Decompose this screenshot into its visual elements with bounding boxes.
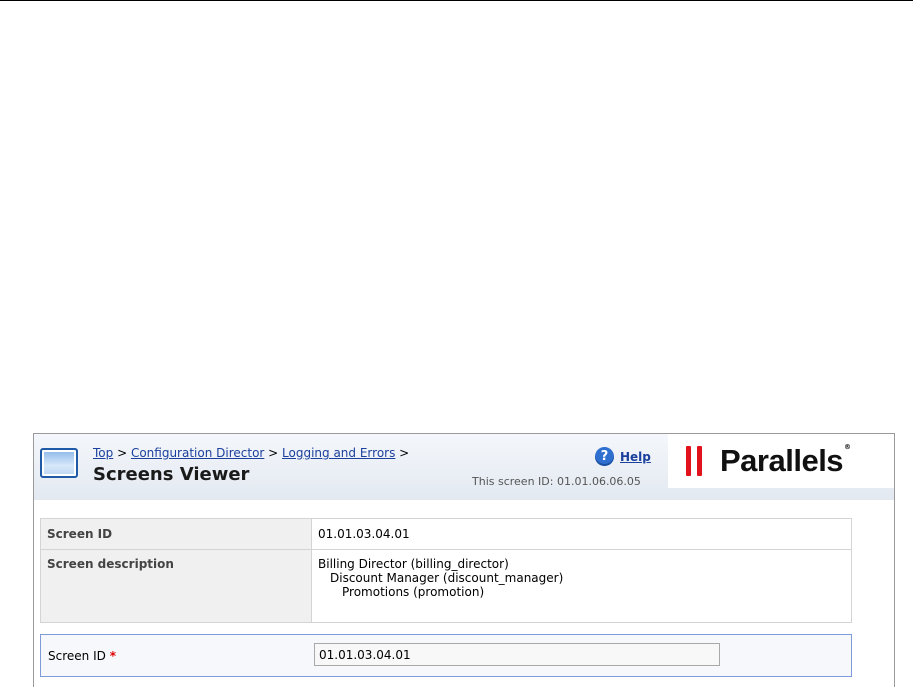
required-mark: * (109, 649, 116, 663)
screen-description-value: Billing Director (billing_director) Disc… (311, 549, 852, 623)
breadcrumb-link-logging-and-errors[interactable]: Logging and Errors (282, 446, 395, 460)
screen-id-value: 01.01.03.04.01 (311, 518, 852, 550)
logo-text: Parallels (720, 443, 844, 478)
help-link[interactable]: ? Help (595, 447, 651, 466)
description-line: Discount Manager (discount_manager) (330, 571, 564, 585)
breadcrumb-link-top[interactable]: Top (93, 446, 113, 460)
breadcrumb-separator: > (113, 446, 131, 460)
screen-description-label: Screen description (40, 549, 312, 623)
table-row: Screen ID 01.01.03.04.01 (40, 518, 852, 550)
logo-bar (697, 446, 702, 476)
logo-bars-icon (686, 446, 708, 476)
screen-id-input[interactable] (314, 643, 720, 666)
table-row: Screen description Billing Director (bil… (40, 549, 852, 623)
description-line: Promotions (promotion) (342, 585, 485, 599)
page-title: Screens Viewer (93, 464, 250, 485)
page-header: Top > Configuration Director > Logging a… (34, 434, 894, 500)
breadcrumb-separator: > (395, 446, 410, 460)
screen-id-form: Screen ID * (40, 634, 852, 677)
screen-id-field-label-text: Screen ID (48, 649, 106, 663)
app-panel: Top > Configuration Director > Logging a… (33, 433, 895, 687)
logo-wordmark: Parallels® (720, 443, 851, 479)
logo-trademark: ® (844, 443, 851, 451)
help-label[interactable]: Help (620, 450, 651, 464)
screen-id-label: Screen ID (40, 518, 312, 550)
breadcrumb-separator: > (264, 446, 283, 460)
screen-info-table: Screen ID 01.01.03.04.01 Screen descript… (40, 518, 852, 623)
screen-window-icon (40, 448, 78, 478)
help-question-icon[interactable]: ? (595, 447, 614, 466)
logo-bar (686, 446, 691, 476)
breadcrumb-link-configuration-director[interactable]: Configuration Director (131, 446, 264, 460)
description-line: Billing Director (billing_director) (318, 557, 509, 571)
current-screen-id: This screen ID: 01.01.06.06.05 (472, 475, 641, 488)
top-border-line (0, 0, 913, 1)
screen-id-field-label: Screen ID * (48, 649, 116, 663)
breadcrumb: Top > Configuration Director > Logging a… (93, 446, 409, 460)
parallels-logo: Parallels® (668, 434, 894, 488)
